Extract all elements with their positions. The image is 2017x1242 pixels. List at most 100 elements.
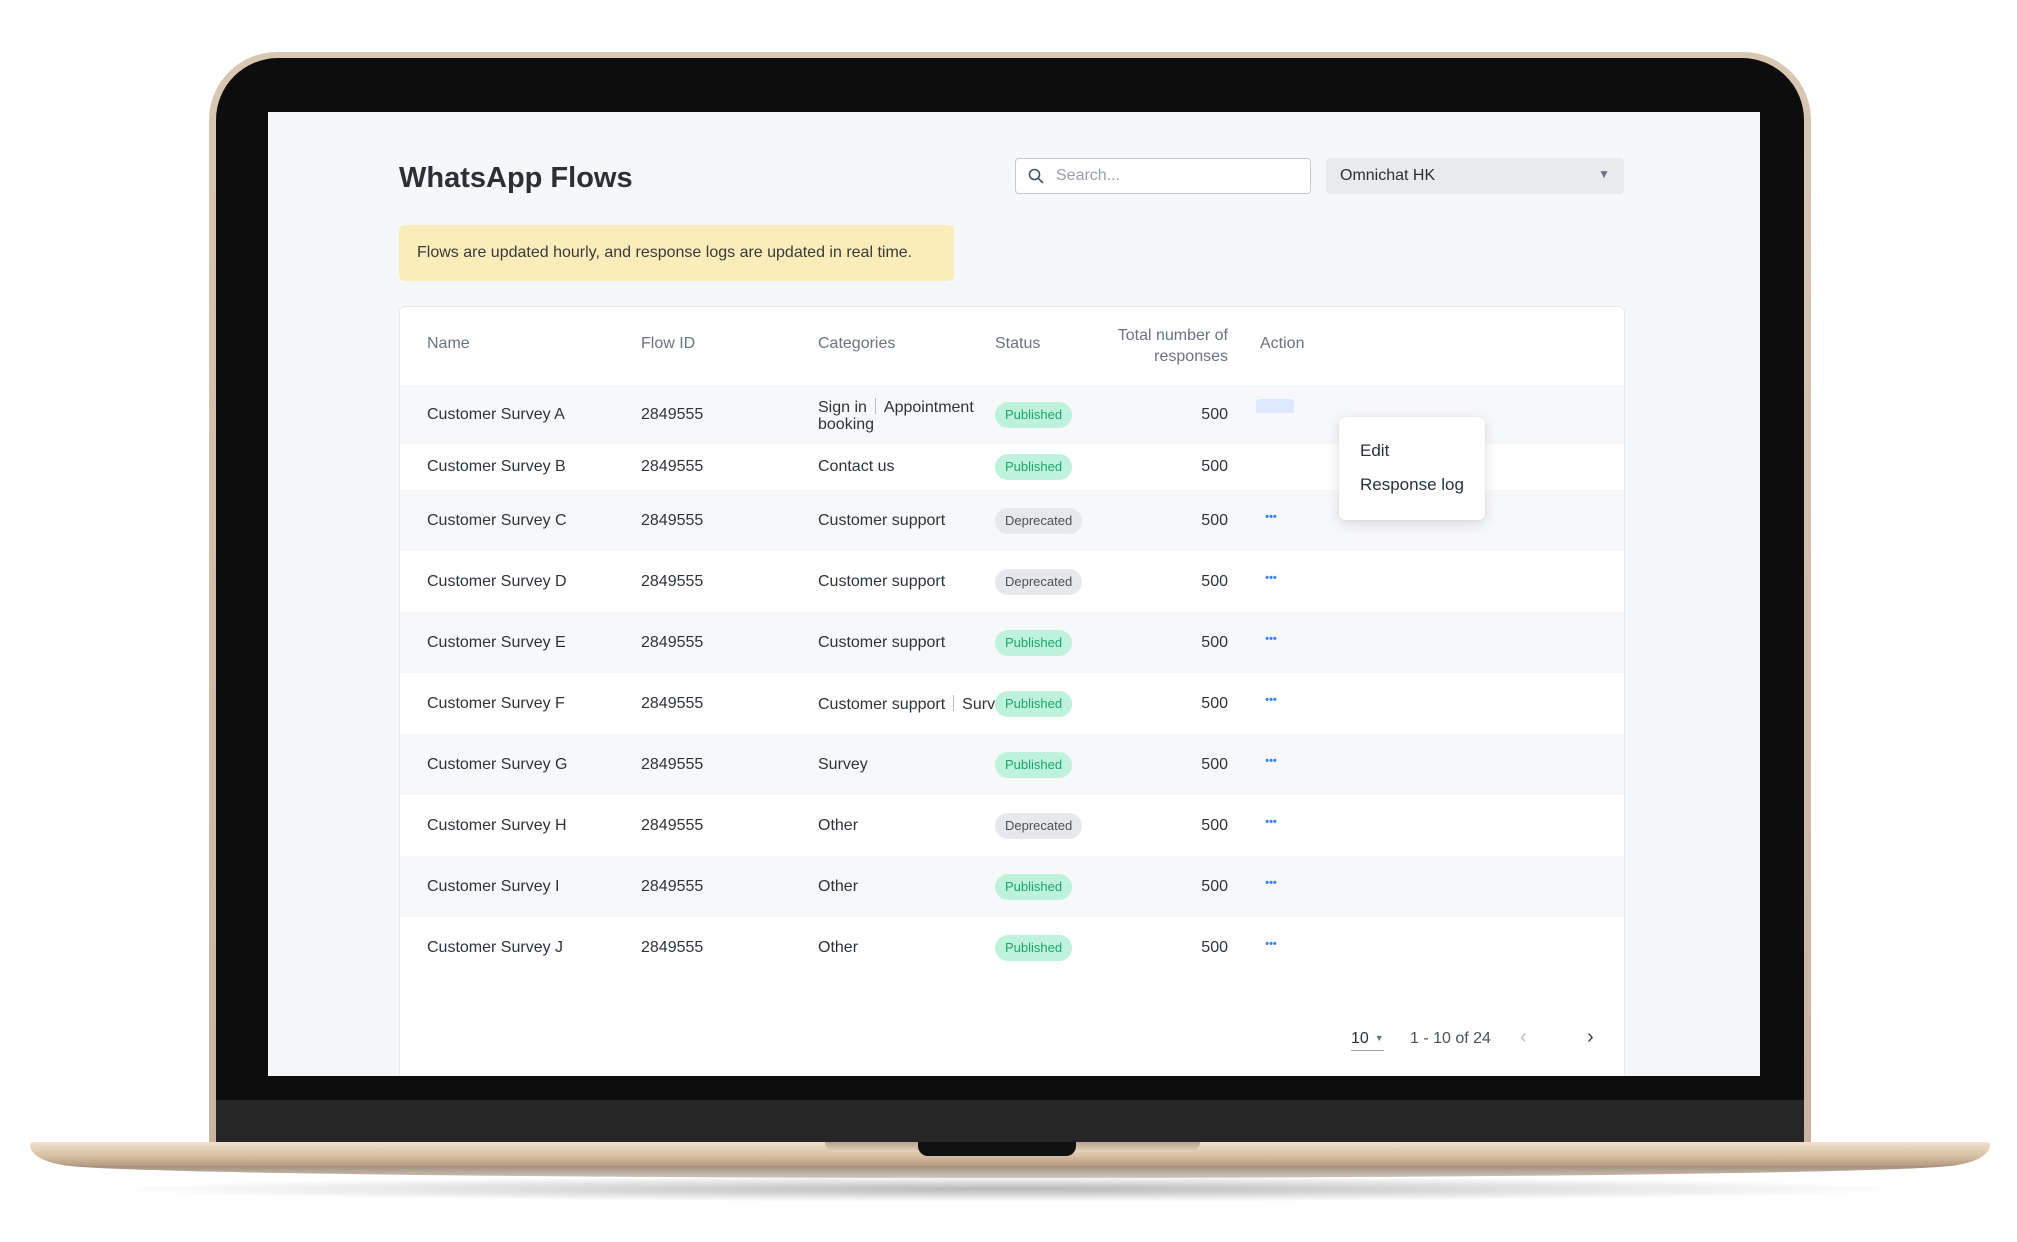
- pagination-range: 1 - 10 of 24: [1410, 1030, 1491, 1047]
- flow-name: Customer Survey J: [427, 939, 564, 956]
- status-badge: Published: [995, 630, 1073, 656]
- menu-item-response-log[interactable]: Response log: [1360, 475, 1464, 495]
- category-label: Other: [818, 817, 859, 834]
- search-box[interactable]: [1015, 158, 1311, 194]
- info-banner: Flows are updated hourly, and response l…: [399, 225, 954, 281]
- total-responses: 500: [1201, 756, 1228, 773]
- category-label: Contact us: [818, 458, 895, 475]
- more-horizontal-icon[interactable]: •••: [1256, 694, 1286, 718]
- flow-id: 2849555: [641, 756, 704, 773]
- status-badge: Published: [995, 874, 1073, 900]
- more-horizontal-icon[interactable]: •••: [1256, 816, 1286, 840]
- flow-categories: Customer support: [818, 634, 945, 652]
- flow-categories: Customer support Survey: [818, 695, 1012, 714]
- category-label: Customer support: [818, 573, 946, 590]
- laptop-shadow: [100, 1176, 1920, 1202]
- status-badge: Deprecated: [995, 569, 1083, 595]
- page-size-value: 10: [1351, 1030, 1369, 1047]
- column-header-status: Status: [995, 335, 1041, 352]
- total-responses: 500: [1201, 512, 1228, 529]
- flow-categories: Contact us: [818, 458, 894, 476]
- category-label: Customer support: [818, 634, 946, 651]
- table-row[interactable]: Customer Survey G 2849555 Survey Published 5…: [400, 734, 1624, 795]
- category-separator: [953, 695, 955, 711]
- page-size-select[interactable]: 10 ▼: [1351, 1030, 1384, 1051]
- flow-name: Customer Survey D: [427, 573, 567, 590]
- flow-categories: Other: [818, 817, 858, 835]
- flow-categories: Sign in Appointment booking: [818, 398, 978, 433]
- more-button-active[interactable]: [1256, 399, 1294, 413]
- app-screen: WhatsApp Flows Omnichat HK ▼ Flows are u…: [268, 112, 1760, 1076]
- more-horizontal-icon[interactable]: •••: [1256, 938, 1286, 962]
- total-responses: 500: [1201, 634, 1228, 651]
- flow-id: 2849555: [641, 878, 704, 895]
- column-header-flow-id: Flow ID: [641, 335, 696, 352]
- more-horizontal-icon[interactable]: •••: [1256, 572, 1286, 596]
- flow-name: Customer Survey B: [427, 458, 566, 475]
- flow-id: 2849555: [641, 458, 704, 475]
- status-badge: Deprecated: [995, 508, 1083, 534]
- category-separator: [874, 398, 876, 414]
- total-responses: 500: [1201, 458, 1228, 475]
- total-responses: 500: [1201, 878, 1228, 895]
- column-header-total-responses: Total number of responses: [1117, 327, 1228, 365]
- total-responses: 500: [1201, 573, 1228, 590]
- table-row[interactable]: Customer Survey F 2849555 Customer support…: [400, 673, 1624, 734]
- flow-categories: Other: [818, 878, 858, 896]
- category-label: Customer support: [818, 696, 946, 713]
- table-row[interactable]: Customer Survey E 2849555 Customer support…: [400, 612, 1624, 673]
- status-badge: Deprecated: [995, 813, 1083, 839]
- flow-name: Customer Survey E: [427, 634, 566, 651]
- more-horizontal-icon[interactable]: •••: [1256, 633, 1286, 657]
- category-label: Customer support: [818, 512, 946, 529]
- info-banner-text: Flows are updated hourly, and response l…: [417, 244, 913, 261]
- more-horizontal-icon[interactable]: •••: [1256, 755, 1286, 779]
- flow-name: Customer Survey A: [427, 406, 565, 423]
- flow-categories: Other: [818, 939, 858, 957]
- account-select[interactable]: Omnichat HK ▼: [1326, 158, 1624, 194]
- flow-id: 2849555: [641, 406, 704, 423]
- column-header-action: Action: [1260, 335, 1305, 352]
- page-title: WhatsApp Flows: [399, 162, 633, 194]
- flow-id: 2849555: [641, 573, 704, 590]
- flow-categories: Customer support: [818, 512, 945, 530]
- action-menu: Edit Response log: [1339, 417, 1485, 520]
- table-row[interactable]: Customer Survey I 2849555 Other Published 50…: [400, 856, 1624, 917]
- flow-categories: Customer support: [818, 573, 945, 591]
- table-row[interactable]: Customer Survey J 2849555 Other Published 50…: [400, 917, 1624, 978]
- total-responses: 500: [1201, 695, 1228, 712]
- total-responses: 500: [1201, 406, 1228, 423]
- flow-name: Customer Survey I: [427, 878, 560, 895]
- flow-name: Customer Survey C: [427, 512, 567, 529]
- flow-id: 2849555: [641, 817, 704, 834]
- flow-id: 2849555: [641, 695, 704, 712]
- status-badge: Published: [995, 402, 1073, 428]
- chevron-right-icon[interactable]: ›: [1587, 1026, 1594, 1049]
- laptop-notch: [918, 1142, 1076, 1156]
- category-label: Survey: [818, 756, 868, 773]
- table-header: Name Flow ID Categories Status Total num…: [400, 307, 1624, 386]
- flow-name: Customer Survey F: [427, 695, 565, 712]
- flow-id: 2849555: [641, 939, 704, 956]
- category-label: Sign in: [818, 399, 867, 416]
- caret-down-icon: ▼: [1374, 1033, 1384, 1043]
- table-row[interactable]: Customer Survey D 2849555 Customer support…: [400, 551, 1624, 612]
- status-badge: Published: [995, 752, 1073, 778]
- total-responses: 500: [1201, 817, 1228, 834]
- flow-id: 2849555: [641, 512, 704, 529]
- status-badge: Published: [995, 691, 1073, 717]
- category-label: Other: [818, 878, 859, 895]
- table-row[interactable]: Customer Survey H 2849555 Other Deprecated 5…: [400, 795, 1624, 856]
- flow-name: Customer Survey H: [427, 817, 567, 834]
- menu-item-edit[interactable]: Edit: [1360, 441, 1389, 461]
- chevron-left-icon[interactable]: ‹: [1520, 1026, 1527, 1049]
- flow-id: 2849555: [641, 634, 704, 651]
- status-badge: Published: [995, 454, 1073, 480]
- more-horizontal-icon[interactable]: •••: [1256, 877, 1286, 901]
- search-icon: [1028, 168, 1044, 184]
- flow-categories: Survey: [818, 756, 868, 774]
- search-input[interactable]: [1056, 165, 1296, 187]
- more-horizontal-icon[interactable]: •••: [1256, 511, 1286, 535]
- column-header-categories: Categories: [818, 335, 896, 352]
- status-badge: Published: [995, 935, 1073, 961]
